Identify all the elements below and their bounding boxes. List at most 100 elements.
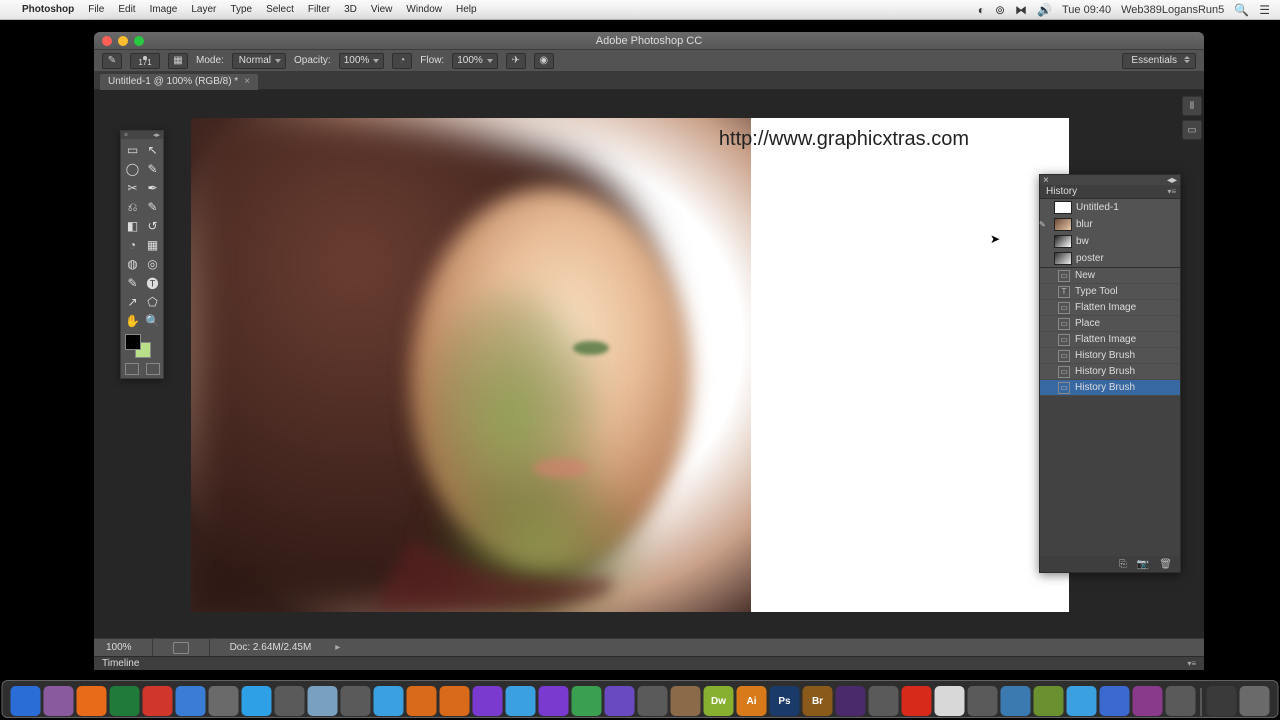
dock-app[interactable] — [539, 686, 569, 716]
dock-app[interactable] — [1133, 686, 1163, 716]
dock-app[interactable] — [638, 686, 668, 716]
menu-file[interactable]: File — [88, 4, 104, 15]
dock-app[interactable] — [1001, 686, 1031, 716]
panel-collapse-icon[interactable]: ◂▸ — [153, 131, 160, 139]
tool-14[interactable]: ✎ — [123, 274, 142, 292]
menu-filter[interactable]: Filter — [308, 4, 330, 15]
brush-preset[interactable]: 171 — [130, 53, 160, 69]
status-icon[interactable]: ◐ — [978, 3, 985, 17]
history-snapshot[interactable]: bw — [1040, 233, 1180, 250]
dock-app[interactable] — [968, 686, 998, 716]
tool-12[interactable]: ◍ — [123, 255, 142, 273]
volume-icon[interactable]: 🔊 — [1037, 3, 1052, 17]
flow-input[interactable]: 100% — [452, 53, 498, 69]
history-state[interactable]: ▭History Brush — [1040, 364, 1180, 380]
tool-3[interactable]: ✎ — [143, 160, 162, 178]
dock-app[interactable] — [1100, 686, 1130, 716]
dock-app[interactable]: Dw — [704, 686, 734, 716]
menu-image[interactable]: Image — [150, 4, 178, 15]
history-state[interactable]: ▭Place — [1040, 316, 1180, 332]
dock-app[interactable] — [935, 686, 965, 716]
histogram-panel-icon[interactable]: ⫴ — [1182, 96, 1202, 116]
opacity-input[interactable]: 100% — [339, 53, 385, 69]
tool-15[interactable]: 🅣 — [143, 274, 162, 292]
dock-app[interactable] — [308, 686, 338, 716]
pressure-size-icon[interactable]: ◉ — [534, 53, 554, 69]
dock-app[interactable] — [1034, 686, 1064, 716]
brush-panel-icon[interactable]: ▦ — [168, 53, 188, 69]
panel-collapse-icon[interactable]: ◂▸ — [1167, 175, 1177, 186]
tool-10[interactable]: ◔ — [123, 236, 142, 254]
navigator-panel-icon[interactable]: ▭ — [1182, 120, 1202, 140]
panel-close-icon[interactable]: × — [1043, 175, 1049, 186]
menu-select[interactable]: Select — [266, 4, 294, 15]
tool-18[interactable]: ✋ — [123, 312, 142, 330]
airbrush-icon[interactable]: ✈ — [506, 53, 526, 69]
dock-app[interactable] — [143, 686, 173, 716]
canvas[interactable]: http://www.graphicxtras.com — [191, 118, 1069, 612]
workspace-select[interactable]: Essentials — [1122, 53, 1196, 69]
dock-app[interactable] — [572, 686, 602, 716]
panel-menu-icon[interactable]: ▾≡ — [1187, 659, 1196, 668]
history-snapshot[interactable]: poster — [1040, 250, 1180, 267]
dock-app[interactable] — [374, 686, 404, 716]
delete-state-icon[interactable]: 🗑 — [1159, 559, 1172, 570]
dock-app[interactable] — [1207, 686, 1237, 716]
dock-app[interactable]: Br — [803, 686, 833, 716]
menu-help[interactable]: Help — [456, 4, 477, 15]
dock-app[interactable] — [407, 686, 437, 716]
new-document-from-state-icon[interactable]: ⎘ — [1119, 559, 1127, 570]
zoom-level[interactable]: 100% — [106, 642, 132, 653]
menu-3d[interactable]: 3D — [344, 4, 357, 15]
dock-app[interactable] — [176, 686, 206, 716]
tool-7[interactable]: ✎ — [143, 198, 162, 216]
tool-2[interactable]: ◯ — [123, 160, 142, 178]
window-titlebar[interactable]: Adobe Photoshop CC — [94, 32, 1204, 50]
bluetooth-icon[interactable]: ⧓ — [1015, 3, 1027, 17]
blend-mode-select[interactable]: Normal — [232, 53, 286, 69]
tool-1[interactable]: ↖ — [143, 141, 162, 159]
timeline-panel[interactable]: Timeline ▾≡ — [94, 656, 1204, 670]
clock[interactable]: Tue 09:40 — [1062, 4, 1111, 16]
tool-6[interactable]: ⎌ — [123, 198, 142, 216]
dock-app[interactable] — [671, 686, 701, 716]
tool-17[interactable]: ⬠ — [143, 293, 162, 311]
screenmode-icon[interactable] — [146, 363, 160, 375]
dock-app[interactable] — [242, 686, 272, 716]
menu-edit[interactable]: Edit — [118, 4, 135, 15]
tool-5[interactable]: ✒ — [143, 179, 162, 197]
pressure-opacity-icon[interactable]: ◔ — [392, 53, 412, 69]
user-name[interactable]: Web389LogansRun5 — [1121, 4, 1224, 16]
dock-app[interactable] — [275, 686, 305, 716]
panel-close-icon[interactable]: × — [124, 132, 128, 139]
tool-19[interactable]: 🔍 — [143, 312, 162, 330]
history-state[interactable]: ▭New — [1040, 268, 1180, 284]
color-swatches[interactable] — [121, 332, 163, 360]
dock-app[interactable] — [77, 686, 107, 716]
menu-view[interactable]: View — [371, 4, 393, 15]
dock-app[interactable] — [869, 686, 899, 716]
dock-app[interactable] — [836, 686, 866, 716]
dock-app[interactable]: Ps — [770, 686, 800, 716]
tool-9[interactable]: ↺ — [143, 217, 162, 235]
new-snapshot-icon[interactable]: 📷 — [1137, 559, 1149, 570]
dock-app[interactable] — [341, 686, 371, 716]
close-tab-icon[interactable]: × — [244, 76, 250, 87]
status-preview-icon[interactable] — [173, 642, 189, 654]
menu-layer[interactable]: Layer — [191, 4, 216, 15]
app-name[interactable]: Photoshop — [22, 4, 74, 15]
foreground-color[interactable] — [125, 334, 141, 350]
dock-app[interactable] — [1240, 686, 1270, 716]
dock-app[interactable] — [11, 686, 41, 716]
tool-11[interactable]: ▦ — [143, 236, 162, 254]
dock-app[interactable] — [902, 686, 932, 716]
tool-4[interactable]: ✂ — [123, 179, 142, 197]
history-state[interactable]: ▭History Brush — [1040, 380, 1180, 396]
doc-size[interactable]: Doc: 2.64M/2.45M — [230, 642, 312, 653]
spotlight-icon[interactable]: 🔍 — [1234, 3, 1249, 17]
tool-16[interactable]: ↗ — [123, 293, 142, 311]
history-snapshot[interactable]: blur — [1040, 216, 1180, 233]
notification-center-icon[interactable]: ☰ — [1259, 3, 1270, 17]
tool-13[interactable]: ◎ — [143, 255, 162, 273]
panel-menu-icon[interactable]: ▾≡ — [1167, 187, 1176, 196]
